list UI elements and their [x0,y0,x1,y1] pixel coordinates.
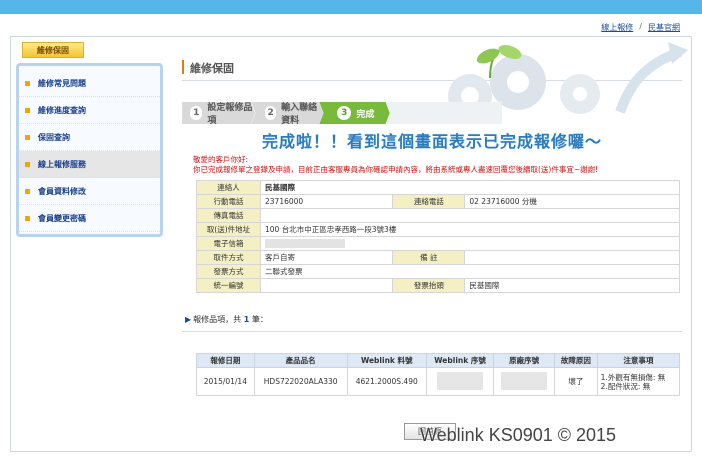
bullet-icon [25,107,30,113]
section-divider [182,331,682,332]
sidebar-item-label: 會員資料修改 [38,186,86,196]
invoice-type-value: 二聯式發票 [260,264,680,279]
invoice-type-label: 發票方式 [196,264,261,279]
official-site-link[interactable]: 民基官網 [648,22,680,33]
pickup-label: 取件方式 [196,250,261,265]
repair-items-count: ▶ 報修品項，共 1 筆： [185,314,268,325]
remark-value [464,250,680,265]
redacted-email [265,239,345,249]
cell-oem-serial [493,367,556,396]
address-value: 100 台北市中正區忠孝西路一段3號3樓 [260,222,680,237]
fax-value [260,208,680,223]
contact-label: 連絡人 [196,180,261,195]
mobile-label: 行動電話 [196,194,261,209]
notice-greeting: 敬愛的客戶你好: [193,155,249,164]
cell-name: HDS722020ALA330 [253,367,348,396]
col-header-notes: 注意事項 [596,353,681,368]
bullet-icon [25,134,30,140]
redacted-serial [437,371,484,390]
col-header-oem-serial: 原廠序號 [493,353,556,368]
pickup-value: 客戶自寄 [259,250,394,265]
bullet-icon [25,80,30,86]
link-separator: / [639,22,642,31]
cell-serial [425,367,495,396]
step-label: 設定報修品項 [207,103,253,126]
table-row: 2015/01/14 HDS722020ALA330 4621.2000S.49… [196,367,681,396]
email-value [260,236,680,251]
sidebar-item-change-password[interactable]: 會員變更密碼 [19,205,160,232]
step-3-current: 3 完成 [319,102,390,124]
remark-label: 備 註 [392,250,466,265]
notice-text: 敬愛的客戶你好: 你已完成報修單之登錄及申請，目前正由客服專員為你確認申請內容，… [193,155,598,175]
sidebar-item-faq[interactable]: 維修常見問題 [19,70,160,97]
step-2: 2 輸入聯絡資料 [251,102,324,126]
col-header-reason: 故障原因 [554,353,598,368]
sidebar: 維修常見問題 維修進度查詢 保固查詢 線上報修服務 會員資料修改 會員變更密碼 [16,63,163,237]
sidebar-item-label: 維修進度查詢 [38,105,86,115]
top-color-bar [0,0,702,14]
redacted-oem-serial [501,371,548,390]
sidebar-item-label: 保固查詢 [38,132,70,142]
bullet-icon [25,188,30,194]
sidebar-item-member-edit[interactable]: 會員資料修改 [19,178,160,205]
tax-id-label: 統一編號 [196,278,261,293]
title-accent [182,60,184,74]
contact-value: 民基國際 [260,180,680,195]
note-line-2: 2.配件狀況: 無 [600,381,651,391]
step-number: 3 [337,106,352,120]
items-prefix: 報修品項，共 [193,315,242,324]
col-header-part: Weblink 料號 [346,353,427,368]
step-1: 1 設定報修品項 [182,102,256,126]
tax-id-value [259,278,394,293]
top-links: 線上報修 / 民基官網 [601,22,680,33]
sidebar-item-progress[interactable]: 維修進度查詢 [19,97,160,124]
page-title: 維修保固 [190,62,234,75]
step-label: 完成 [356,109,375,120]
sidebar-item-label: 會員變更密碼 [38,213,86,223]
invoice-title-label: 發票抬頭 [392,278,466,293]
fax-label: 傳真電話 [196,208,261,223]
contact-info-table: 連絡人 民基國際 行動電話 23716000 連絡電話 02 23716000 … [196,180,680,293]
cell-part: 4621.2000S.490 [346,367,427,396]
phone-value: 02 23716000 分機 [464,194,680,209]
online-repair-link[interactable]: 線上報修 [601,22,633,33]
step-number: 2 [265,106,277,120]
mobile-value: 23716000 [259,194,394,209]
cell-reason: 壞了 [554,367,598,396]
phone-label: 連絡電話 [392,194,466,209]
sidebar-item-label: 線上報修服務 [38,159,86,169]
items-count: 1 [243,315,250,324]
cell-date: 2015/01/14 [196,367,255,396]
step-number: 1 [190,106,203,120]
col-header-serial: Weblink 序號 [425,353,495,368]
bullet-icon [25,161,30,167]
completion-banner: 完成啦！！看到這個畫面表示已完成報修囉～ [262,132,603,151]
note-line-1: 1.外觀有無損傷: 無 [600,372,666,382]
email-label: 電子信箱 [196,236,261,251]
notice-message: 你已完成報修單之登錄及申請，目前正由客服專員為你確認申請內容，將由系統或專人盡速… [193,165,599,174]
sidebar-tab: 維修保固 [22,42,84,58]
sidebar-item-warranty[interactable]: 保固查詢 [19,124,160,151]
sidebar-item-label: 維修常見問題 [38,78,86,88]
bullet-icon [25,215,30,221]
sidebar-item-online-repair[interactable]: 線上報修服務 [19,151,160,178]
address-label: 取(送)件地址 [196,222,261,237]
products-table: 報修日期 產品品名 Weblink 料號 Weblink 序號 原廠序號 故障原… [196,353,681,396]
watermark-text: Weblink KS0901 © 2015 [420,425,617,445]
items-suffix: 筆： [251,315,268,324]
step-label: 輸入聯絡資料 [281,103,318,126]
cell-notes: 1.外觀有無損傷: 無 2.配件狀況: 無 [596,367,681,396]
steps-track [385,102,502,124]
col-header-name: 產品品名 [253,353,348,368]
triangle-icon: ▶ [185,315,192,324]
col-header-date: 報修日期 [196,353,255,368]
invoice-title-value: 民基國際 [464,278,680,293]
progress-steps: 1 設定報修品項 2 輸入聯絡資料 3 完成 [182,102,502,124]
